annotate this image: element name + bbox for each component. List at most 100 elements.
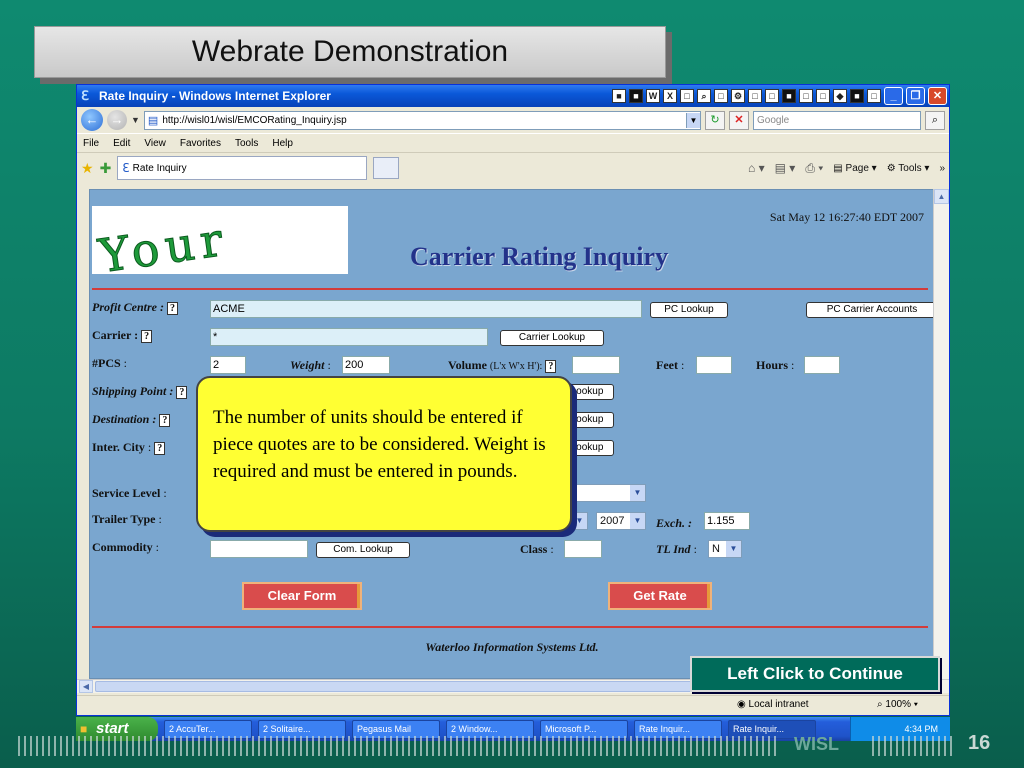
app-icon[interactable]: □: [765, 89, 779, 103]
exch-input[interactable]: 1.155: [704, 512, 750, 530]
menu-edit[interactable]: Edit: [113, 138, 130, 149]
menu-favorites[interactable]: Favorites: [180, 138, 221, 149]
forward-button[interactable]: →: [107, 110, 127, 130]
clear-form-button[interactable]: Clear Form: [242, 582, 362, 610]
print-icon[interactable]: ⎙ ▾: [805, 161, 823, 176]
search-go-button[interactable]: ⌕: [925, 110, 945, 130]
year-select[interactable]: 2007 ▼: [596, 512, 646, 530]
status-bar: ◉ Local intranet ⌕ 100% ▾: [77, 695, 949, 715]
shipping-point-label-text: Shipping Point :: [92, 384, 174, 398]
app-icon[interactable]: ■: [782, 89, 796, 103]
stop-button[interactable]: ✕: [729, 110, 749, 130]
feet-label: Feet :: [656, 358, 685, 372]
help-icon[interactable]: ?: [176, 385, 188, 399]
feeds-icon[interactable]: ▤ ▾: [775, 161, 796, 175]
zoom-text: 100%: [885, 699, 911, 710]
chevron-down-icon: ▼: [630, 513, 645, 529]
class-label-text: Class: [520, 542, 548, 556]
app-icon[interactable]: □: [714, 89, 728, 103]
tools-menu[interactable]: ⚙ Tools ▾: [887, 163, 930, 174]
slide-number: 16: [968, 732, 991, 754]
commodity-lookup-button[interactable]: Com. Lookup: [316, 542, 410, 558]
zoom-control[interactable]: ⌕ 100% ▾: [877, 699, 918, 710]
address-bar[interactable]: ▤ http://wisl01/wisl/EMCORating_Inquiry.…: [143, 110, 701, 130]
scroll-left-icon[interactable]: ◀: [79, 680, 93, 693]
gear-icon[interactable]: ⚙: [731, 89, 745, 103]
menu-view[interactable]: View: [144, 138, 166, 149]
help-icon[interactable]: ?: [545, 359, 557, 373]
menu-bar: File Edit View Favorites Tools Help: [77, 133, 949, 153]
app-icon[interactable]: □: [867, 89, 881, 103]
favorites-star-icon[interactable]: ★: [81, 160, 94, 177]
vertical-scrollbar[interactable]: ▲: [933, 189, 949, 679]
tab-rate-inquiry[interactable]: ℇ Rate Inquiry: [117, 156, 368, 180]
address-text: http://wisl01/wisl/EMCORating_Inquiry.js…: [162, 114, 347, 126]
trailer-type-label-text: Trailer Type: [92, 512, 156, 526]
history-dropdown-icon[interactable]: ▼: [131, 115, 140, 125]
profit-centre-input[interactable]: ACME: [210, 300, 642, 318]
help-icon[interactable]: ?: [154, 441, 166, 455]
close-button[interactable]: ✕: [928, 87, 947, 105]
service-level-label-text: Service Level: [92, 486, 161, 500]
volume-input[interactable]: [572, 356, 620, 374]
pc-carrier-accounts-button[interactable]: PC Carrier Accounts: [806, 302, 938, 318]
pcs-input[interactable]: 2: [210, 356, 246, 374]
home-icon[interactable]: ⌂ ▾: [748, 161, 765, 175]
menu-file[interactable]: File: [83, 138, 99, 149]
help-icon[interactable]: ?: [141, 329, 153, 343]
weight-label-text: Weight: [290, 358, 325, 372]
continue-button[interactable]: Left Click to Continue: [690, 656, 940, 692]
carrier-lookup-button[interactable]: Carrier Lookup: [500, 330, 604, 346]
restore-button[interactable]: ❐: [906, 87, 925, 105]
class-label: Class :: [520, 542, 554, 556]
tl-ind-select[interactable]: N ▼: [708, 540, 742, 558]
carrier-label: Carrier :?: [92, 328, 153, 343]
window-titlebar: ℇ Rate Inquiry - Windows Internet Explor…: [77, 85, 949, 107]
page-icon: ▤: [147, 114, 159, 127]
trailer-type-select[interactable]: ▼: [572, 512, 588, 530]
help-icon[interactable]: ?: [159, 413, 171, 427]
app-icon[interactable]: ◆: [833, 89, 847, 103]
add-favorite-icon[interactable]: ✚: [100, 160, 112, 177]
weight-input[interactable]: 200: [342, 356, 390, 374]
brand-logo: WISL: [794, 734, 839, 754]
commodity-label: Commodity :: [92, 540, 160, 554]
app-icon[interactable]: □: [680, 89, 694, 103]
app-icon[interactable]: ■: [850, 89, 864, 103]
command-bar: ⌂ ▾ ▤ ▾ ⎙ ▾ ▤ Page ▾ ⚙ Tools ▾ »: [748, 161, 945, 176]
feet-input[interactable]: [696, 356, 732, 374]
divider: [92, 626, 928, 628]
app-icon[interactable]: □: [748, 89, 762, 103]
service-level-select[interactable]: ▼: [574, 484, 646, 502]
ie-icon: ℇ: [81, 88, 89, 103]
menu-help[interactable]: Help: [272, 138, 293, 149]
app-icon[interactable]: □: [799, 89, 813, 103]
commodity-input[interactable]: [210, 540, 308, 558]
back-button[interactable]: ←: [81, 109, 103, 131]
app-icon[interactable]: □: [816, 89, 830, 103]
address-dropdown-icon[interactable]: ▼: [686, 112, 700, 128]
security-zone-text: Local intranet: [748, 699, 809, 710]
scroll-up-icon[interactable]: ▲: [934, 189, 949, 204]
help-icon[interactable]: ?: [167, 301, 178, 315]
pc-lookup-button[interactable]: PC Lookup: [650, 302, 728, 318]
menu-tools[interactable]: Tools: [235, 138, 258, 149]
refresh-button[interactable]: ↻: [705, 110, 725, 130]
hours-input[interactable]: [804, 356, 840, 374]
carrier-input[interactable]: *: [210, 328, 488, 346]
more-chevron-icon[interactable]: »: [939, 163, 945, 174]
inter-city-label: Inter. City :?: [92, 440, 166, 455]
get-rate-button[interactable]: Get Rate: [608, 582, 712, 610]
slide-title: Webrate Demonstration: [34, 26, 666, 78]
company-footer: Waterloo Information Systems Ltd.: [425, 640, 599, 654]
search-icon[interactable]: ⌕: [697, 89, 711, 103]
search-input[interactable]: Google: [753, 110, 921, 130]
minimize-button[interactable]: _: [884, 87, 903, 105]
word-icon[interactable]: W: [646, 89, 660, 103]
class-input[interactable]: [564, 540, 602, 558]
app-icon[interactable]: ■: [629, 89, 643, 103]
app-icon[interactable]: ■: [612, 89, 626, 103]
new-tab-button[interactable]: [373, 157, 400, 179]
excel-icon[interactable]: X: [663, 89, 677, 103]
page-menu[interactable]: ▤ Page ▾: [833, 163, 876, 174]
